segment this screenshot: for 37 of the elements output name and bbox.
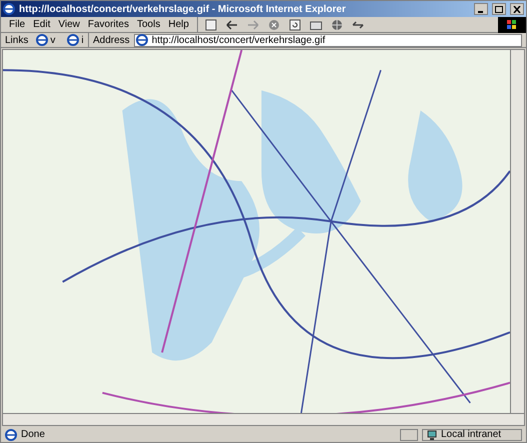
computer-icon (427, 430, 437, 440)
address-label: Address (92, 34, 131, 48)
address-field[interactable]: http://localhost/concert/verkehrslage.gif (134, 34, 522, 46)
status-text: Done (21, 428, 46, 442)
browser-icon (3, 3, 15, 15)
menu-item[interactable]: View (54, 17, 84, 32)
vertical-scrollbar[interactable] (510, 50, 524, 413)
menu-item[interactable]: Help (164, 17, 193, 32)
page-icon (204, 18, 217, 30)
windows-logo-icon (498, 16, 526, 32)
page-icon (36, 34, 48, 46)
page-icon (136, 34, 148, 46)
maximize-button[interactable] (492, 3, 506, 15)
arrows-icon (350, 18, 365, 30)
page-icon (5, 428, 17, 440)
menu-item[interactable]: Tools (132, 17, 164, 32)
link-button[interactable]: v (36, 32, 56, 48)
menu-item[interactable]: File (5, 17, 30, 32)
links-label: Links (5, 34, 28, 48)
menu-item[interactable]: Favorites (84, 17, 133, 32)
back-arrow-icon (226, 20, 238, 30)
refresh-icon (288, 18, 301, 30)
maximize-icon (495, 6, 503, 12)
folder-icon (310, 20, 322, 30)
menu-item[interactable]: Edit (29, 17, 54, 32)
status-panel (400, 428, 418, 440)
close-button[interactable] (510, 3, 524, 15)
minimize-button[interactable] (474, 3, 488, 15)
forward-arrow-icon (246, 20, 259, 30)
horizontal-scrollbar[interactable] (3, 413, 524, 425)
close-icon (513, 6, 521, 12)
window-title: http://localhost/concert/verkehrslage.gif - Microsoft Internet Explorer (19, 2, 347, 16)
link-button[interactable]: i (67, 32, 84, 48)
stop-icon (268, 18, 280, 30)
zone-panel: Local intranet (422, 428, 522, 440)
page-icon (67, 34, 80, 46)
globe-icon (330, 18, 343, 30)
